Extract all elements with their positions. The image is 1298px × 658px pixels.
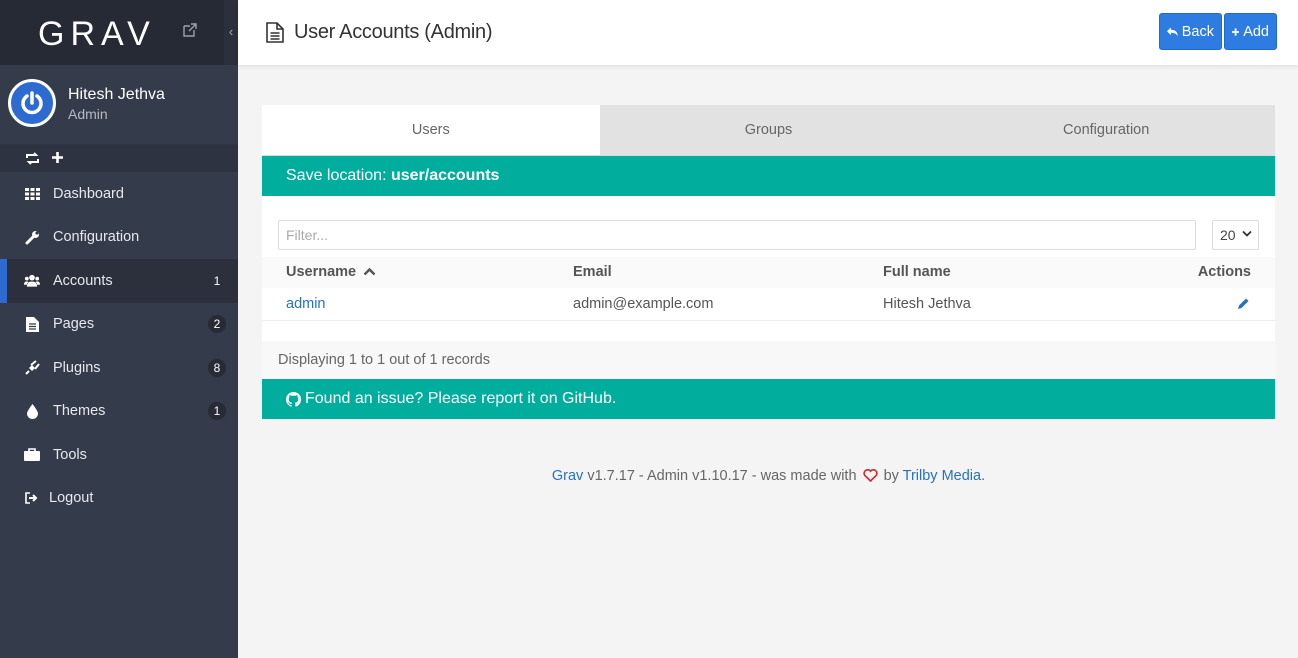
footer-credits: Grav v1.7.17 - Admin v1.10.17 - was made… xyxy=(262,468,1275,484)
user-profile[interactable]: Hitesh Jethva Admin xyxy=(0,65,238,145)
refresh-icon[interactable] xyxy=(25,152,40,165)
github-icon xyxy=(286,391,301,407)
grav-logo[interactable]: GRAV xyxy=(38,15,156,54)
dashboard-icon xyxy=(24,186,40,202)
add-user-button[interactable]: Add xyxy=(1224,13,1277,50)
sidebar-item-label: Logout xyxy=(49,490,94,507)
sidebar-item-pages[interactable]: Pages 2 xyxy=(0,303,238,347)
per-page-select[interactable]: 20 xyxy=(1212,220,1259,250)
back-label: Back xyxy=(1181,23,1214,40)
page-title: User Accounts (Admin) xyxy=(294,21,493,43)
sign-out-icon xyxy=(24,490,40,506)
back-button[interactable]: Back xyxy=(1159,13,1222,50)
table-header: Username Email Full name Actions xyxy=(262,257,1275,288)
sidebar-item-label: Accounts xyxy=(53,272,113,289)
notice-prefix: Save location: xyxy=(286,167,391,184)
profile-name: Hitesh Jethva xyxy=(68,86,165,103)
sidebar-collapse-toggle[interactable]: ‹ xyxy=(224,0,238,65)
count-badge: 1 xyxy=(213,273,221,288)
save-location-path: user/accounts xyxy=(390,167,500,184)
tab-configuration[interactable]: Configuration xyxy=(937,105,1275,155)
count-badge: 2 xyxy=(208,315,226,334)
sidebar-item-label: Pages xyxy=(53,316,95,333)
github-notice-text: Found an issue? Please report it on GitH… xyxy=(305,390,617,407)
username-link[interactable]: admin xyxy=(286,296,326,312)
sidebar-item-themes[interactable]: Themes 1 xyxy=(0,390,238,434)
users-icon xyxy=(24,273,40,289)
sidebar-item-logout[interactable]: Logout xyxy=(0,477,238,521)
file-text-icon xyxy=(266,22,284,43)
sidebar-item-label: Configuration xyxy=(53,229,140,246)
sidebar-item-tools[interactable]: Tools xyxy=(0,433,238,477)
version-text: v1.7.17 - Admin v1.10.17 - was made with xyxy=(583,468,861,484)
tab-bar: Users Groups Configuration xyxy=(262,105,1275,156)
sidebar-item-label: Tools xyxy=(53,446,87,463)
fullname-cell: Hitesh Jethva xyxy=(883,296,971,312)
sidebar-item-label: Themes xyxy=(53,403,106,420)
wrench-icon xyxy=(24,229,40,245)
records-summary: Displaying 1 to 1 out of 1 records xyxy=(262,341,1275,379)
sidebar: GRAV ‹ Hitesh Jethva Admin Dashboard Con… xyxy=(0,0,238,658)
heart-icon xyxy=(862,469,878,482)
accounts-card: Users Groups Configuration Save location… xyxy=(262,105,1275,419)
plus-icon[interactable] xyxy=(51,151,64,164)
plus-icon xyxy=(1232,27,1240,36)
tint-icon xyxy=(24,403,40,419)
count-badge: 1 xyxy=(208,402,226,421)
edit-pencil-icon[interactable] xyxy=(1237,297,1250,310)
avatar[interactable] xyxy=(8,79,56,127)
save-location-notice: Save location: user/accounts xyxy=(262,156,1275,196)
column-fullname[interactable]: Full name xyxy=(883,264,951,280)
count-badge: 8 xyxy=(208,358,226,377)
github-issue-link[interactable]: Found an issue? Please report it on GitH… xyxy=(262,379,1275,419)
quick-actions xyxy=(0,145,238,172)
sidebar-item-label: Plugins xyxy=(53,359,101,376)
sidebar-item-configuration[interactable]: Configuration xyxy=(0,216,238,260)
sidebar-item-dashboard[interactable]: Dashboard xyxy=(0,172,238,216)
logo-bar: GRAV ‹ xyxy=(0,0,238,65)
filter-input[interactable]: Filter... xyxy=(278,220,1196,250)
power-icon xyxy=(21,91,43,115)
profile-role: Admin xyxy=(68,106,108,122)
tab-users[interactable]: Users xyxy=(262,105,600,155)
briefcase-icon xyxy=(24,447,40,463)
sidebar-item-label: Dashboard xyxy=(53,185,124,202)
grav-link[interactable]: Grav xyxy=(552,468,583,484)
chevron-down-icon xyxy=(1242,230,1252,237)
column-actions: Actions xyxy=(1197,264,1251,280)
users-table-panel: Filter... 20 Username Email Full name Ac… xyxy=(262,196,1275,341)
tab-groups[interactable]: Groups xyxy=(600,105,938,155)
sidebar-item-accounts[interactable]: Accounts 1 xyxy=(0,259,238,303)
sort-up-icon xyxy=(363,267,376,276)
plug-icon xyxy=(24,360,40,376)
table-row: admin admin@example.com Hitesh Jethva xyxy=(262,288,1275,321)
per-page-value: 20 xyxy=(1220,227,1236,243)
trilby-link[interactable]: Trilby Media. xyxy=(903,468,985,484)
column-username[interactable]: Username xyxy=(286,264,376,280)
add-label: Add xyxy=(1243,23,1269,40)
sidebar-item-plugins[interactable]: Plugins 8 xyxy=(0,346,238,390)
external-link-icon[interactable] xyxy=(182,22,198,38)
email-cell: admin@example.com xyxy=(573,296,714,312)
sidebar-nav: Dashboard Configuration Accounts 1 Pages… xyxy=(0,172,238,520)
top-bar: User Accounts (Admin) Back Add xyxy=(238,0,1298,65)
column-email[interactable]: Email xyxy=(573,264,612,280)
file-icon xyxy=(24,316,40,332)
by-text: by xyxy=(879,468,903,484)
reply-icon xyxy=(1167,26,1178,37)
